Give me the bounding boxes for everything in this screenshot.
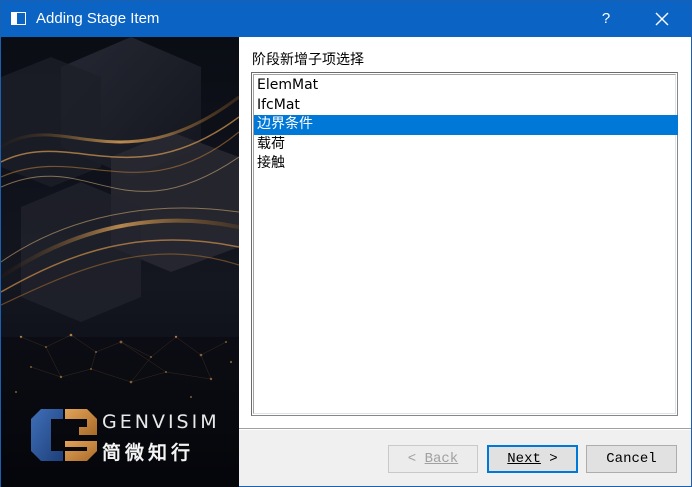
- list-item-contact[interactable]: 接触: [254, 154, 678, 174]
- help-button[interactable]: ?: [593, 7, 619, 31]
- list-item-loads[interactable]: 载荷: [254, 135, 678, 155]
- close-icon: [655, 12, 669, 26]
- next-label: Next: [507, 451, 541, 467]
- listbox-frame: ElemMat IfcMat 边界条件 载荷 接触: [253, 74, 678, 414]
- window-title: Adding Stage Item: [36, 10, 160, 27]
- back-chevron: <: [407, 451, 425, 467]
- list-item-ifcmat[interactable]: IfcMat: [254, 96, 678, 116]
- back-label: Back: [424, 451, 459, 467]
- window-icon: [11, 12, 26, 25]
- list-item-boundary-conditions[interactable]: 边界条件: [254, 115, 678, 135]
- brand-name-chinese: 简微知行: [102, 442, 195, 464]
- next-chevron: >: [540, 451, 558, 467]
- back-button[interactable]: < Back: [388, 445, 478, 473]
- cancel-button[interactable]: Cancel: [586, 445, 677, 473]
- stage-item-listbox[interactable]: ElemMat IfcMat 边界条件 载荷 接触: [251, 72, 678, 416]
- list-item-elemmat[interactable]: ElemMat: [254, 76, 678, 96]
- brand-name: GENVISIM: [102, 411, 220, 433]
- next-button[interactable]: Next >: [487, 445, 578, 473]
- title-bar[interactable]: Adding Stage Item ?: [1, 1, 691, 37]
- wizard-banner-image: GENVISIM 简微知行: [1, 37, 239, 487]
- dialog-window: Adding Stage Item ? GENVISIM 简微知行 阶段新增子项…: [0, 0, 692, 487]
- close-button[interactable]: [647, 7, 677, 31]
- list-label: 阶段新增子项选择: [252, 52, 364, 68]
- selection-panel: 阶段新增子项选择 ElemMat IfcMat 边界条件 载荷 接触: [239, 37, 691, 428]
- button-area-divider-highlight: [239, 429, 691, 430]
